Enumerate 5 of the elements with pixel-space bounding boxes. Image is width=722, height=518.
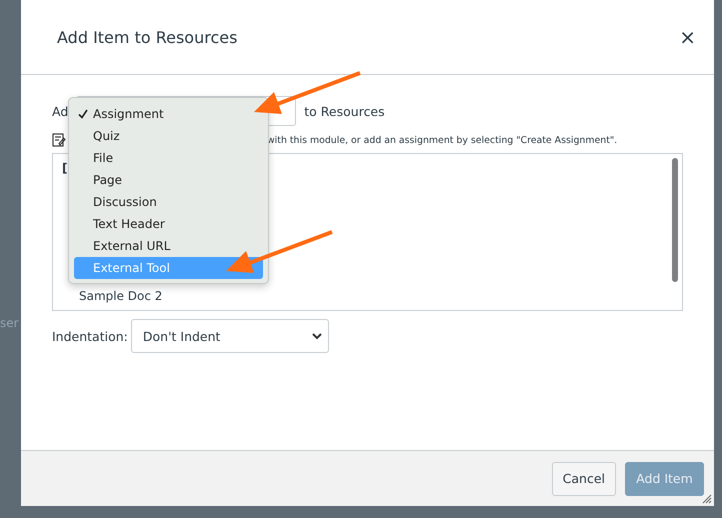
add-label: Ad bbox=[52, 104, 68, 118]
indentation-label: Indentation: bbox=[52, 328, 128, 344]
dialog-title: Add Item to Resources bbox=[57, 28, 238, 46]
add-label-end: to Resources bbox=[304, 104, 385, 118]
background-text: ser bbox=[0, 316, 19, 330]
